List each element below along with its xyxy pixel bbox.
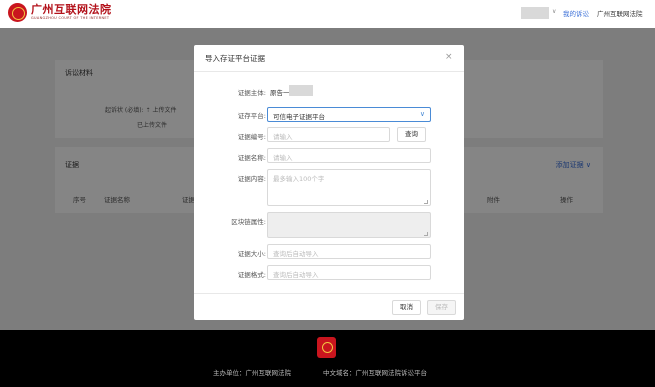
evidence-size-label: 证据大小: <box>237 250 266 258</box>
input-placeholder: 查询后自动导入 <box>273 250 319 258</box>
dialog-footer: 取消 保存 <box>194 293 464 320</box>
input-placeholder: 请输入 <box>273 154 293 162</box>
input-placeholder: 请输入 <box>273 133 293 141</box>
party-label: 证据主体: <box>237 89 266 97</box>
footer-organizer: 主办单位：广州互联网法院 <box>213 369 291 377</box>
input-placeholder: 最多输入100个字 <box>273 175 325 183</box>
logo-subtitle: GUANGZHOU COURT OF THE INTERNET <box>31 16 110 20</box>
party-name-redacted <box>289 85 313 96</box>
top-header: 广州互联网法院 GUANGZHOU COURT OF THE INTERNET … <box>0 0 655 28</box>
court-home-link[interactable]: 广州互联网法院 <box>597 8 643 18</box>
dialog-title: 导入存证平台证据 <box>205 54 265 63</box>
blockchain-label: 区块链属性: <box>231 218 266 226</box>
close-icon[interactable]: × <box>445 52 453 62</box>
logo-title: 广州互联网法院 <box>31 3 112 16</box>
chevron-down-icon[interactable]: ∨ <box>552 8 556 15</box>
evidence-name-input[interactable]: 请输入 <box>267 148 431 163</box>
resize-handle-icon <box>424 232 428 236</box>
court-emblem-icon <box>317 337 336 358</box>
evidence-format-input[interactable]: 查询后自动导入 <box>267 265 431 280</box>
save-button[interactable]: 保存 <box>427 300 456 315</box>
import-evidence-dialog: 导入存证平台证据 × 证据主体: 原告一 证存平台: 可信电子证据平台 ∨ 证据… <box>194 45 464 320</box>
user-avatar[interactable] <box>521 7 549 19</box>
platform-label: 证存平台: <box>237 112 266 120</box>
cancel-button[interactable]: 取消 <box>392 300 421 315</box>
evidence-name-label: 证据名称: <box>237 154 266 162</box>
site-footer: 主办单位：广州互联网法院 中文域名：广州互联网法院诉讼平台 <box>0 330 655 387</box>
evidence-size-input[interactable]: 查询后自动导入 <box>267 244 431 259</box>
evidence-number-label: 证据编号: <box>237 133 266 141</box>
evidence-format-label: 证据格式: <box>237 271 266 279</box>
query-button[interactable]: 查询 <box>397 127 426 142</box>
resize-handle-icon[interactable] <box>424 200 428 204</box>
input-placeholder: 查询后自动导入 <box>273 271 319 279</box>
party-value: 原告一 <box>270 89 290 97</box>
chevron-down-icon: ∨ <box>419 110 425 118</box>
evidence-content-textarea[interactable]: 最多输入100个字 <box>267 169 431 206</box>
evidence-number-input[interactable]: 请输入 <box>267 127 390 142</box>
court-emblem-icon <box>8 3 27 22</box>
my-case-link[interactable]: 我的诉讼 <box>563 8 589 18</box>
blockchain-textarea <box>267 212 431 238</box>
dialog-header: 导入存证平台证据 × <box>194 45 464 72</box>
evidence-content-label: 证据内容: <box>237 175 266 183</box>
court-logo[interactable]: 广州互联网法院 GUANGZHOU COURT OF THE INTERNET <box>8 3 112 22</box>
platform-select[interactable]: 可信电子证据平台 ∨ <box>267 107 431 122</box>
footer-domain: 中文域名：广州互联网法院诉讼平台 <box>323 369 427 377</box>
platform-selected-value: 可信电子证据平台 <box>273 113 325 121</box>
